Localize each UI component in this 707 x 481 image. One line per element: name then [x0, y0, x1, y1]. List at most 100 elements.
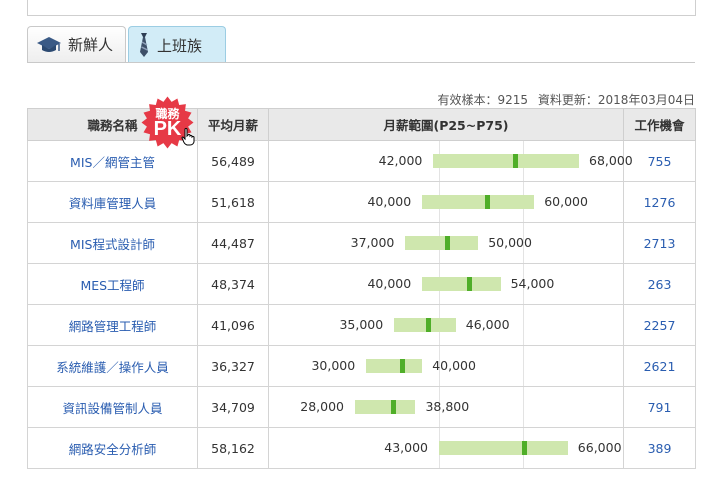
table-row: 資料庫管理人員 51,618 40,000 60,000 1276	[27, 181, 696, 223]
average-salary: 56,489	[197, 140, 269, 182]
job-openings-cell: 2713	[623, 222, 696, 264]
job-openings-link[interactable]: 263	[648, 277, 672, 292]
job-title-link[interactable]: MES工程師	[80, 278, 144, 293]
job-title-cell: 系統維護／操作人員	[27, 345, 198, 387]
table-row: 系統維護／操作人員 36,327 30,000 40,000 2621	[27, 345, 696, 387]
job-title-cell: 資訊設備管制人員	[27, 386, 198, 428]
salary-range-cell: 37,000 50,000	[268, 222, 624, 264]
job-title-cell: 網路安全分析師	[27, 427, 198, 469]
range-low-label: 35,000	[339, 317, 384, 332]
job-openings-link[interactable]: 1276	[644, 195, 676, 210]
salary-range-bar	[366, 359, 423, 373]
salary-range-bar	[422, 195, 535, 209]
range-low-label: 43,000	[384, 440, 428, 455]
tab-fresh-graduate[interactable]: 新鮮人	[27, 26, 126, 62]
sample-count: 有效樣本：9215	[437, 93, 529, 107]
tabs-divider	[27, 62, 695, 63]
range-low-label: 28,000	[300, 399, 344, 414]
job-openings-link[interactable]: 2621	[644, 359, 676, 374]
range-low-label: 40,000	[367, 194, 412, 209]
header-average-salary: 平均月薪	[197, 108, 269, 141]
job-openings-cell: 1276	[623, 181, 696, 223]
job-title-link[interactable]: 網路管理工程師	[69, 319, 157, 334]
job-title-link[interactable]: 系統維護／操作人員	[56, 360, 169, 375]
range-high-label: 38,800	[425, 399, 470, 414]
salary-range-cell: 30,000 40,000	[268, 345, 624, 387]
job-openings-link[interactable]: 2257	[644, 318, 676, 333]
salary-range-cell: 28,000 38,800	[268, 386, 624, 428]
range-high-label: 60,000	[544, 194, 588, 209]
job-openings-link[interactable]: 2713	[644, 236, 676, 251]
average-salary: 34,709	[197, 386, 269, 428]
salary-range-cell: 40,000 54,000	[268, 263, 624, 305]
range-high-label: 46,000	[465, 317, 510, 332]
job-title-link[interactable]: 資訊設備管制人員	[62, 401, 162, 416]
salary-range-bar	[433, 154, 579, 168]
job-openings-cell: 263	[623, 263, 696, 305]
range-high-label: 40,000	[432, 358, 476, 373]
header-job-openings: 工作機會	[623, 108, 696, 141]
job-openings-link[interactable]: 755	[648, 154, 672, 169]
job-openings-link[interactable]: 791	[648, 400, 672, 415]
table-header-row: 職務名稱 平均月薪 月薪範圍(P25~P75) 工作機會	[27, 108, 696, 141]
salary-range-cell: 42,000 68,000	[268, 140, 633, 182]
salary-range-bar	[439, 441, 568, 455]
average-salary: 41,096	[197, 304, 269, 346]
table-row: 資訊設備管制人員 34,709 28,000 38,800 791	[27, 386, 696, 428]
range-low-label: 40,000	[367, 276, 412, 291]
job-openings-cell: 2257	[623, 304, 696, 346]
job-title-link[interactable]: 資料庫管理人員	[69, 196, 157, 211]
header-salary-range: 月薪範圍(P25~P75)	[268, 108, 624, 141]
table-row: 網路安全分析師 58,162 43,000 66,000 389	[27, 427, 696, 469]
hand-cursor-icon	[181, 128, 195, 146]
range-gridline	[523, 387, 524, 427]
range-low-label: 42,000	[378, 153, 423, 168]
update-date: 資料更新：2018年03月04日	[537, 93, 695, 107]
average-salary-marker	[512, 154, 518, 168]
table-row: 網路管理工程師 41,096 35,000 46,000 2257	[27, 304, 696, 346]
graduation-cap-icon	[37, 36, 61, 52]
top-panel	[27, 0, 696, 16]
range-gridline	[523, 305, 524, 345]
average-salary-marker	[445, 236, 451, 250]
range-high-label: 66,000	[577, 440, 622, 455]
average-salary: 48,374	[197, 263, 269, 305]
salary-range-bar	[405, 236, 479, 250]
average-salary-marker	[485, 195, 491, 209]
job-title-link[interactable]: MIS程式設計師	[70, 237, 155, 252]
range-low-label: 30,000	[311, 358, 356, 373]
salary-range-bar	[394, 318, 456, 332]
average-salary-marker	[399, 359, 405, 373]
average-salary-marker	[521, 441, 527, 455]
table-row: MIS程式設計師 44,487 37,000 50,000 2713	[27, 222, 696, 264]
average-salary: 44,487	[197, 222, 269, 264]
necktie-icon	[140, 33, 148, 57]
salary-range-cell: 35,000 46,000	[268, 304, 624, 346]
average-salary-marker	[390, 400, 396, 414]
table-row: MIS／網管主管 56,489 42,000 68,000 755	[27, 140, 696, 182]
average-salary-marker	[426, 318, 432, 332]
job-openings-cell: 755	[623, 140, 696, 182]
table-row: MES工程師 48,374 40,000 54,000 263	[27, 263, 696, 305]
job-title-cell: 網路管理工程師	[27, 304, 198, 346]
job-title-link[interactable]: MIS／網管主管	[70, 155, 155, 170]
range-high-label: 54,000	[510, 276, 555, 291]
average-salary: 58,162	[197, 427, 269, 469]
tab-office-worker[interactable]: 上班族	[128, 26, 226, 63]
job-openings-cell: 2621	[623, 345, 696, 387]
range-gridline	[523, 346, 524, 386]
job-openings-cell: 389	[623, 427, 696, 469]
job-title-link[interactable]: 網路安全分析師	[69, 442, 157, 457]
job-openings-cell: 791	[623, 386, 696, 428]
tab-office-worker-label: 上班族	[157, 36, 203, 55]
salary-range-bar	[422, 277, 501, 291]
range-low-label: 37,000	[350, 235, 395, 250]
range-high-label: 68,000	[589, 153, 633, 168]
tab-fresh-graduate-label: 新鮮人	[68, 36, 114, 54]
salary-range-bar	[355, 400, 416, 414]
salary-table: 職務名稱 平均月薪 月薪範圍(P25~P75) 工作機會 MIS／網管主管 56,…	[27, 108, 696, 469]
job-openings-link[interactable]: 389	[648, 441, 672, 456]
average-salary-marker	[467, 277, 473, 291]
average-salary: 36,327	[197, 345, 269, 387]
job-title-cell: 資料庫管理人員	[27, 181, 198, 223]
